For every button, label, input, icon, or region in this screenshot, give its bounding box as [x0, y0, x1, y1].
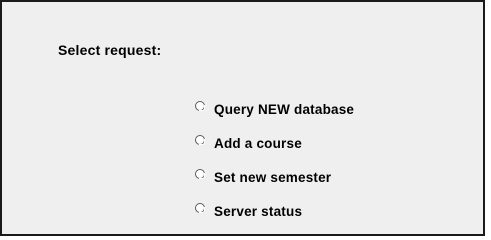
option-label-query-new-database[interactable]: Query NEW database: [214, 102, 354, 117]
radio-button-query-new-database[interactable]: [195, 100, 205, 111]
request-options-list: Query NEW database Add a course Set new …: [195, 100, 354, 220]
option-add-a-course[interactable]: Add a course: [195, 134, 354, 152]
option-label-set-new-semester[interactable]: Set new semester: [214, 170, 331, 185]
request-panel: Select request: Query NEW database Add a…: [0, 0, 485, 236]
option-server-status[interactable]: Server status: [195, 202, 354, 220]
radio-button-add-a-course[interactable]: [195, 134, 205, 145]
option-label-add-a-course[interactable]: Add a course: [214, 136, 302, 151]
select-request-heading: Select request:: [58, 42, 162, 58]
option-label-server-status[interactable]: Server status: [214, 204, 302, 219]
radio-button-set-new-semester[interactable]: [195, 168, 205, 179]
option-set-new-semester[interactable]: Set new semester: [195, 168, 354, 186]
radio-button-server-status[interactable]: [195, 202, 205, 213]
option-query-new-database[interactable]: Query NEW database: [195, 100, 354, 118]
